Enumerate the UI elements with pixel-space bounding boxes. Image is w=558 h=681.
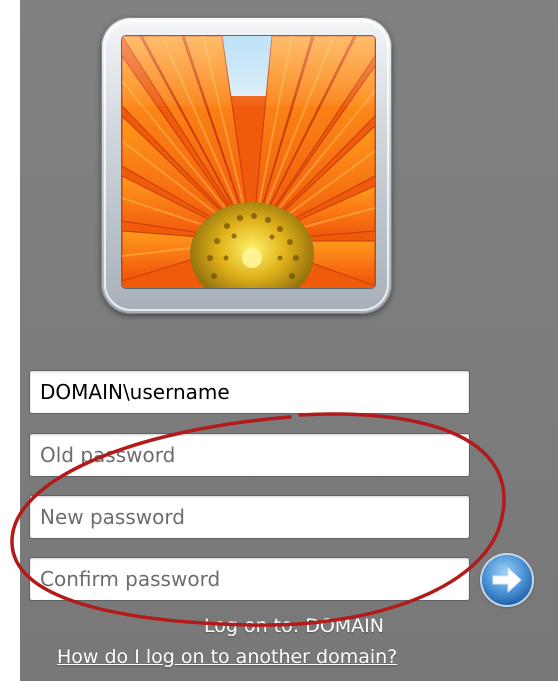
old-password-field[interactable] bbox=[29, 433, 470, 477]
log-on-to-text: Log on to: DOMAIN bbox=[204, 615, 384, 637]
submit-button[interactable] bbox=[482, 555, 532, 605]
other-domain-link[interactable]: How do I log on to another domain? bbox=[57, 645, 397, 669]
daisy-flower-picture bbox=[122, 36, 375, 288]
confirm-password-field[interactable] bbox=[29, 557, 470, 601]
user-avatar bbox=[122, 36, 375, 288]
log-on-to-label: Log on to: DOMAIN bbox=[0, 614, 558, 638]
left-margin bbox=[0, 0, 20, 681]
user-avatar-frame bbox=[101, 17, 392, 314]
username-field[interactable] bbox=[29, 370, 470, 414]
new-password-field[interactable] bbox=[29, 495, 470, 539]
right-arrow-icon bbox=[492, 566, 522, 594]
